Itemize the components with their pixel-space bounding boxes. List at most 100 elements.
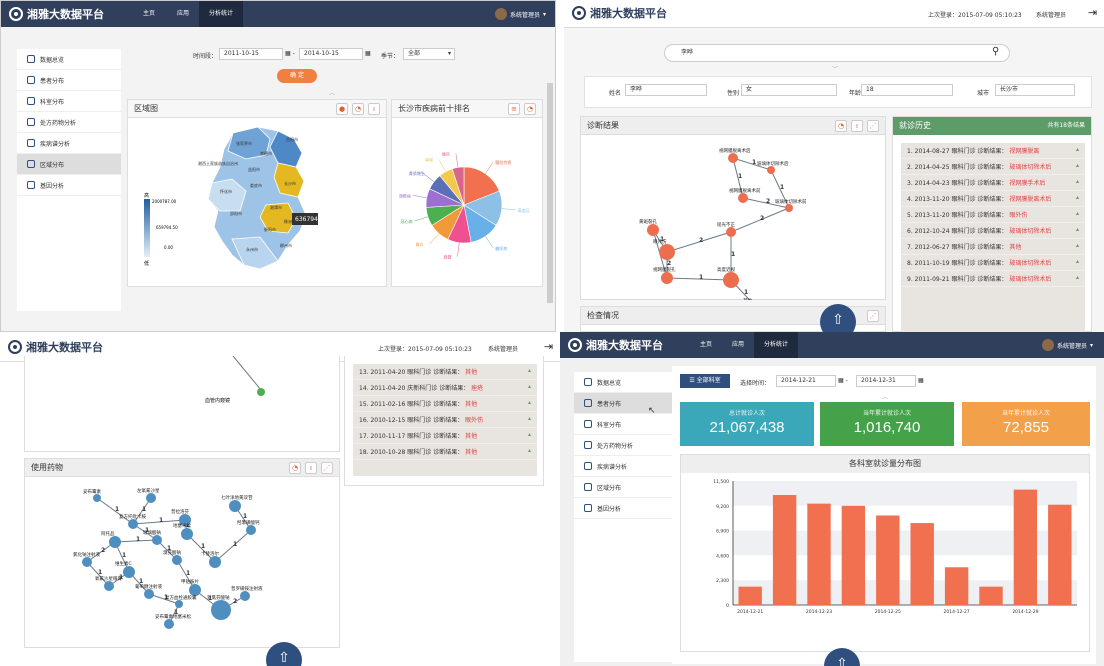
history-row[interactable]: 2. 2014-04-25 眼科门诊 诊断结果： 玻璃体切除术后 ▴	[901, 159, 1085, 175]
sidebar-item-3[interactable]: 科室分布	[574, 414, 672, 435]
history-row[interactable]: 18. 2010-10-28 眼科门诊 诊断结果： 其他 ▴	[353, 444, 537, 460]
graph-node[interactable]	[93, 494, 101, 502]
graph-node[interactable]	[152, 535, 162, 545]
graph-node[interactable]	[189, 584, 201, 596]
history-row[interactable]: 5. 2013-11-20 眼科门诊 诊断结果： 眼外伤 ▴	[901, 207, 1085, 223]
graph-node[interactable]	[785, 204, 793, 212]
expand-arrow-icon[interactable]: ▴	[1076, 226, 1079, 233]
graph-node[interactable]	[661, 272, 673, 284]
logout-icon[interactable]: ⇥	[544, 340, 553, 353]
expand-arrow-icon[interactable]: ▴	[528, 383, 531, 390]
graph-node[interactable]	[767, 166, 775, 174]
age-field[interactable]: 18	[861, 84, 953, 96]
graph-node[interactable]	[109, 536, 121, 548]
pie-icon[interactable]: ◔	[524, 103, 536, 115]
nav-home[interactable]: 主页	[690, 332, 722, 358]
expand-arrow-icon[interactable]: ▴	[1076, 258, 1079, 265]
graph-node[interactable]	[659, 244, 675, 260]
bar-chart-icon[interactable]: ı	[305, 462, 317, 474]
collapse-chevron-icon[interactable]: ︿	[882, 392, 888, 401]
bar[interactable]	[841, 505, 866, 605]
nav-home[interactable]: 主页	[133, 1, 165, 27]
expand-arrow-icon[interactable]: ▴	[1076, 162, 1079, 169]
graph-icon[interactable]: ⋰	[321, 462, 333, 474]
graph-icon[interactable]: ⋰	[867, 310, 879, 322]
date-to-input[interactable]: 2014-10-15	[299, 48, 363, 60]
bar[interactable]	[944, 567, 969, 605]
bar[interactable]	[807, 503, 831, 605]
bar[interactable]	[910, 523, 934, 605]
gender-field[interactable]: 女	[741, 84, 837, 96]
date-from-input[interactable]: 2011-10-15	[219, 48, 283, 60]
history-row[interactable]: 15. 2011-02-16 眼科门诊 诊断结果： 其他 ▴	[353, 396, 537, 412]
sidebar-item-7[interactable]: 基因分析	[574, 498, 672, 519]
date-to-input[interactable]: 2014-12-31	[856, 375, 916, 387]
history-row[interactable]: 9. 2011-09-21 眼科门诊 诊断结果： 玻璃体切除术后 ▴	[901, 271, 1085, 287]
expand-arrow-icon[interactable]: ▴	[1076, 146, 1079, 153]
patient-search-input[interactable]: 李晔	[664, 44, 1010, 62]
bar-chart-icon[interactable]: ı	[851, 120, 863, 132]
expand-arrow-icon[interactable]: ▴	[1076, 178, 1079, 185]
graph-node[interactable]	[164, 619, 174, 629]
graph-node[interactable]	[738, 193, 748, 203]
logout-icon[interactable]: ⇥	[1088, 6, 1097, 19]
season-select[interactable]: 全部 ▾	[403, 48, 455, 60]
bar[interactable]	[876, 515, 900, 605]
sidebar-item-1[interactable]: 数据总览	[17, 49, 121, 70]
expand-arrow-icon[interactable]: ▴	[1076, 210, 1079, 217]
graph-icon[interactable]: ⋰	[867, 120, 879, 132]
collapse-chevron-icon[interactable]: ﹀	[832, 64, 838, 73]
history-row[interactable]: 16. 2010-12-15 眼科门诊 诊断结果： 眼外伤 ▴	[353, 412, 537, 428]
history-row[interactable]: 8. 2011-10-19 眼科门诊 诊断结果： 玻璃体切除术后 ▴	[901, 255, 1085, 271]
bar[interactable]	[979, 586, 1003, 605]
graph-node[interactable]	[723, 272, 739, 288]
bar[interactable]	[738, 586, 762, 605]
graph-node[interactable]	[172, 555, 182, 565]
history-row[interactable]: 4. 2013-11-20 眼科门诊 诊断结果： 视网膜脱离术后 ▴	[901, 191, 1085, 207]
name-field[interactable]: 李晔	[625, 84, 707, 96]
collapse-chevron-icon[interactable]: ︿	[329, 88, 335, 97]
expand-arrow-icon[interactable]: ▴	[528, 415, 531, 422]
sidebar-item-5[interactable]: 疾病谱分析	[17, 133, 121, 154]
history-row[interactable]: 13. 2011-04-20 眼科门诊 诊断结果： 其他 ▴	[353, 364, 537, 380]
graph-node[interactable]	[209, 556, 221, 568]
scrollbar[interactable]	[547, 83, 553, 303]
history-row[interactable]: 6. 2012-10-24 眼科门诊 诊断结果： 玻璃体切除术后 ▴	[901, 223, 1085, 239]
expand-arrow-icon[interactable]: ▴	[1076, 194, 1079, 201]
pie-icon[interactable]: ◔	[289, 462, 301, 474]
graph-node[interactable]	[211, 600, 231, 620]
nav-apps[interactable]: 应用	[722, 332, 754, 358]
expand-arrow-icon[interactable]: ▴	[528, 367, 531, 374]
list-icon[interactable]: ≡	[508, 103, 520, 115]
bar[interactable]	[1013, 489, 1038, 605]
sidebar-item-7[interactable]: 基因分析	[17, 175, 121, 196]
graph-node[interactable]	[146, 493, 156, 503]
graph-node[interactable]	[181, 528, 193, 540]
sidebar-item-1[interactable]: 数据总览	[574, 372, 672, 393]
sidebar-item-2[interactable]: 患者分布	[17, 70, 121, 91]
sidebar-item-3[interactable]: 科室分布	[17, 91, 121, 112]
nav-apps[interactable]: 应用	[167, 1, 199, 27]
history-row[interactable]: 1. 2014-08-27 眼科门诊 诊断结果： 视网膜脱离 ▴	[901, 143, 1085, 159]
history-row[interactable]: 3. 2014-04-23 眼科门诊 诊断结果： 视网膜手术后 ▴	[901, 175, 1085, 191]
all-depts-button[interactable]: ☰ 全部科室	[680, 374, 730, 388]
search-icon[interactable]: ⚲	[992, 46, 999, 57]
expand-arrow-icon[interactable]: ▴	[1076, 242, 1079, 249]
graph-node[interactable]	[726, 227, 736, 237]
graph-node[interactable]	[229, 500, 241, 512]
history-row[interactable]: 14. 2011-04-20 庆新科门诊 诊断结果： 痤疮 ▴	[353, 380, 537, 396]
graph-node[interactable]	[104, 581, 114, 591]
graph-node[interactable]	[123, 566, 135, 578]
graph-node[interactable]	[647, 224, 659, 236]
graph-node[interactable]	[82, 557, 92, 567]
scroll-top-button[interactable]: ⇧	[820, 304, 856, 332]
calendar-icon[interactable]: ▦	[365, 50, 371, 57]
sidebar-item-4[interactable]: 处方药物分析	[17, 112, 121, 133]
pie-icon[interactable]: ◔	[352, 103, 364, 115]
confirm-button[interactable]: 确 定	[277, 69, 317, 83]
graph-node[interactable]	[246, 525, 256, 535]
calendar-icon[interactable]: ▦ -	[838, 377, 848, 384]
sidebar-item-4[interactable]: 处方药物分析	[574, 435, 672, 456]
bar-chart-icon[interactable]: ı	[368, 103, 380, 115]
calendar-icon[interactable]: ▦ -	[285, 50, 295, 57]
